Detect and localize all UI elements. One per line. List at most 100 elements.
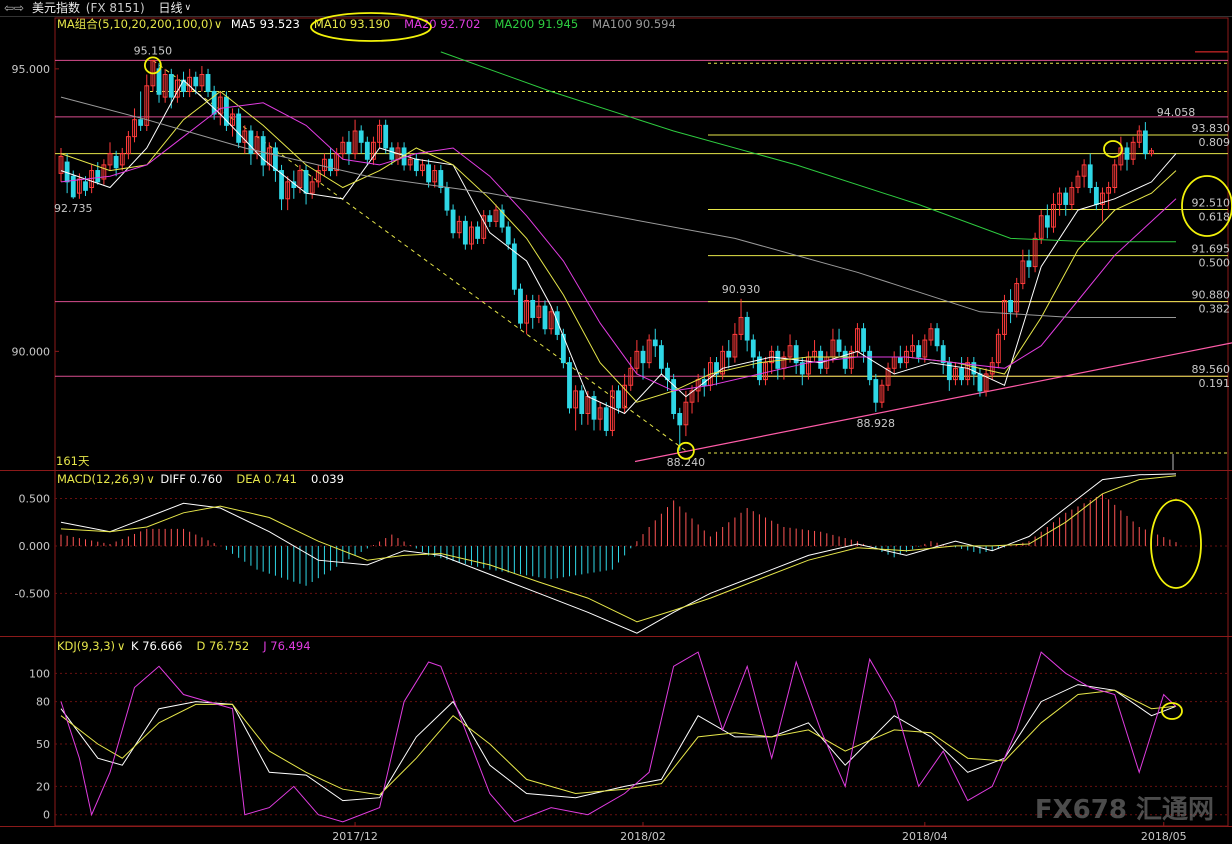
extreme-label: 88.240 xyxy=(667,456,706,469)
candle-body xyxy=(364,141,370,160)
candle-body xyxy=(413,158,419,172)
ma-line-ma10 xyxy=(60,90,1177,403)
candle-body xyxy=(640,350,646,364)
ma-legend-item: MA100 90.594 xyxy=(592,17,676,31)
y-tick-label: 100 xyxy=(29,667,50,680)
kdj-line-j xyxy=(60,651,1177,823)
candle-body xyxy=(603,407,609,431)
fib-price-label: 91.695 xyxy=(1192,243,1231,256)
candle-body xyxy=(818,350,824,369)
candle-body xyxy=(1124,147,1130,160)
y-tick-label: 95.000 xyxy=(12,63,51,76)
candle-body xyxy=(1087,164,1093,188)
candle-body xyxy=(775,350,781,369)
candle-body xyxy=(842,350,848,369)
chevron-down-icon: ∨ xyxy=(214,17,222,31)
candle-body xyxy=(916,345,922,358)
fib-ratio-label: 0.500 xyxy=(1199,257,1231,270)
macd-legend-item: DEA 0.741 xyxy=(236,472,297,486)
fib-ratio-label: 0.618 xyxy=(1199,211,1231,224)
candle-body xyxy=(138,119,144,126)
fib-price-label: 89.560 xyxy=(1192,363,1231,376)
candle-body xyxy=(750,339,756,358)
candle-body xyxy=(542,305,548,330)
watermark-logo: FX678 汇通网 xyxy=(1034,795,1214,825)
candle-body xyxy=(744,316,750,341)
candle-body xyxy=(70,175,76,198)
candle-body xyxy=(383,124,389,149)
bar-count-label: 161天 xyxy=(56,454,90,468)
ma-legend-name: MA组合(5,10,20,200,100,0) xyxy=(57,17,213,31)
extreme-label: 92.735 xyxy=(54,202,93,215)
y-tick-label: 80 xyxy=(36,696,50,709)
macd-legend-item: 0.039 xyxy=(311,472,344,486)
candle-body xyxy=(273,147,278,172)
candle-body xyxy=(836,339,842,352)
chart-area: 95.000 90.000 93.8300.809 92.5100.618 91.695… xyxy=(0,12,1232,843)
candle-body xyxy=(1044,215,1050,228)
ma-line-ma100 xyxy=(60,96,1176,318)
candle-body xyxy=(193,76,199,87)
candle-body xyxy=(450,209,456,234)
candle-body xyxy=(83,181,88,191)
x-tick-label: 2017/12 xyxy=(332,830,378,843)
candle-body xyxy=(113,155,119,169)
candle-body xyxy=(1093,187,1099,205)
extreme-label: 88.928 xyxy=(857,417,896,430)
candle-body xyxy=(487,215,493,222)
extreme-label: 95.150 xyxy=(134,44,173,57)
ma-line-ma20 xyxy=(60,102,1177,392)
candle-body xyxy=(530,300,536,318)
y-tick-label: 0.500 xyxy=(19,493,51,506)
y-tick-label: 90.000 xyxy=(12,345,51,358)
candle-body xyxy=(505,226,511,245)
fib-price-label: 90.880 xyxy=(1192,289,1231,302)
candle-body xyxy=(1063,192,1069,205)
ma-line-ma5 xyxy=(60,79,1177,415)
candle-body xyxy=(438,170,444,189)
candle-body xyxy=(1026,260,1032,268)
candle-body xyxy=(346,141,352,155)
fib-ratio-label: 0.382 xyxy=(1199,303,1231,316)
candle-body xyxy=(328,158,333,172)
candle-body xyxy=(426,164,431,183)
y-tick-label: 20 xyxy=(36,780,50,793)
candle-body xyxy=(977,373,983,392)
candle-body xyxy=(358,130,364,143)
candle-body xyxy=(303,170,309,194)
candle-body xyxy=(940,345,946,364)
y-tick-label: 0.000 xyxy=(19,540,51,553)
kdj-legend-name: KDJ(9,3,3) xyxy=(57,639,115,653)
kdj-legend-item: K 76.666 xyxy=(131,639,182,653)
candle-body xyxy=(567,362,572,409)
candle-body xyxy=(934,328,940,347)
x-tick-label: 2018/04 xyxy=(902,830,948,843)
candle-body xyxy=(959,367,964,381)
candle-body xyxy=(867,350,873,381)
candle-body xyxy=(168,74,174,98)
y-tick-label: -0.500 xyxy=(15,587,50,600)
fib-ratio-label: 0.191 xyxy=(1199,377,1231,390)
candle-body xyxy=(861,328,866,352)
candle-body xyxy=(652,339,658,347)
candle-body xyxy=(444,187,450,211)
y-tick-label: 50 xyxy=(36,738,50,751)
x-tick-label: 2018/02 xyxy=(620,830,666,843)
kdj-line-k xyxy=(60,684,1177,802)
kdj-legend-item: J 76.494 xyxy=(262,639,310,653)
candle-body xyxy=(1008,300,1013,313)
candle-body xyxy=(897,356,903,364)
candle-body xyxy=(873,379,879,403)
candle-body xyxy=(677,413,683,426)
chevron-down-icon: ∨ xyxy=(146,472,154,486)
ma-legend-item: MA10 93.190 xyxy=(314,17,390,31)
candle-body xyxy=(554,311,560,335)
y-tick-label: 0 xyxy=(43,809,50,822)
candle-body xyxy=(518,288,523,324)
candle-body xyxy=(1142,130,1148,155)
candle-body xyxy=(579,390,585,414)
candle-body xyxy=(475,226,480,239)
ma-legend-item: MA200 91.945 xyxy=(495,17,579,31)
extreme-label: 94.058 xyxy=(1157,106,1196,119)
candle-body xyxy=(616,390,621,409)
